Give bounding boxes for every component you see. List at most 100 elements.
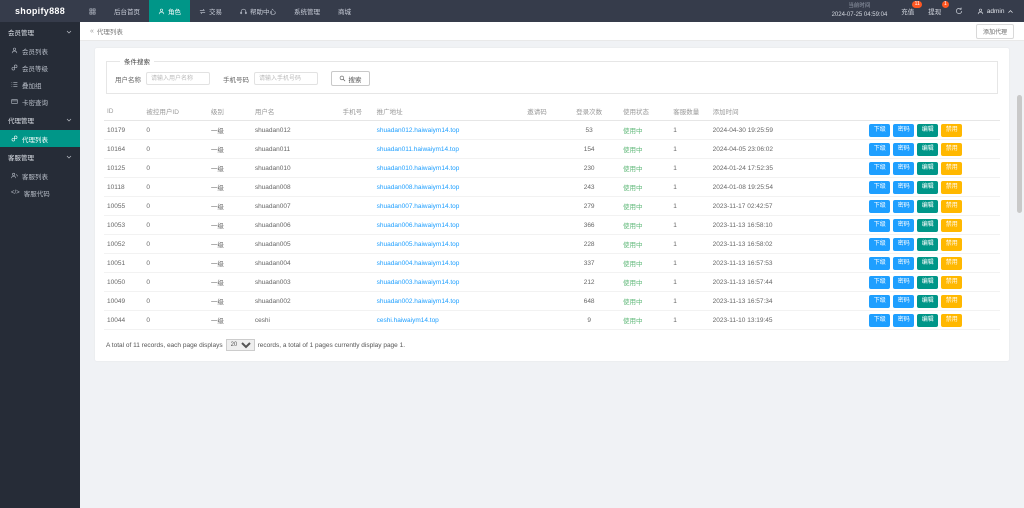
column-header: 使用状态 [620, 102, 670, 121]
edit-button[interactable]: 编辑 [917, 314, 938, 327]
subordinate-button[interactable]: 下级 [869, 143, 890, 156]
sidebar-item-agent-list[interactable]: 代理列表 [0, 130, 80, 147]
subordinate-button[interactable]: 下级 [869, 162, 890, 175]
promo-url-link[interactable]: shuadan008.haiwaiym14.top [377, 184, 460, 191]
password-button[interactable]: 密码 [893, 295, 914, 308]
nav-item-trade[interactable]: 交易 [190, 0, 231, 22]
sidebar-item-member-list[interactable]: 会员列表 [0, 42, 80, 59]
promo-url-link[interactable]: shuadan004.haiwaiym14.top [377, 260, 460, 267]
cell-promo-url: shuadan003.haiwaiym14.top [374, 273, 525, 292]
nav-item-mall[interactable]: 商城 [329, 0, 360, 22]
disable-button[interactable]: 禁用 [941, 295, 962, 308]
promo-url-link[interactable]: shuadan005.haiwaiym14.top [377, 241, 460, 248]
promo-url-link[interactable]: ceshi.haiwaiym14.top [377, 317, 439, 324]
subordinate-button[interactable]: 下级 [869, 124, 890, 137]
cell-status: 使用中 [620, 159, 670, 178]
sidebar-item-service-list[interactable]: 客服列表 [0, 167, 80, 184]
password-button[interactable]: 密码 [893, 143, 914, 156]
page-size-select[interactable]: 20 [226, 339, 255, 351]
sidebar-item-member-level[interactable]: 会员等级 [0, 59, 80, 76]
username: admin [987, 8, 1005, 15]
cell-service-count: 1 [670, 235, 709, 254]
subordinate-button[interactable]: 下级 [869, 295, 890, 308]
disable-button[interactable]: 禁用 [941, 219, 962, 232]
disable-button[interactable]: 禁用 [941, 162, 962, 175]
subordinate-button[interactable]: 下级 [869, 238, 890, 251]
promo-url-link[interactable]: shuadan003.haiwaiym14.top [377, 279, 460, 286]
double-angle-icon: « [90, 28, 94, 35]
edit-button[interactable]: 编辑 [917, 276, 938, 289]
disable-button[interactable]: 禁用 [941, 200, 962, 213]
subordinate-button[interactable]: 下级 [869, 257, 890, 270]
disable-button[interactable]: 禁用 [941, 181, 962, 194]
password-button[interactable]: 密码 [893, 162, 914, 175]
promo-url-link[interactable]: shuadan006.haiwaiym14.top [377, 222, 460, 229]
search-button[interactable]: 搜索 [331, 71, 370, 86]
recharge-link[interactable]: 充值 11 [901, 6, 914, 16]
cell-invite-code [524, 254, 558, 273]
password-button[interactable]: 密码 [893, 314, 914, 327]
password-button[interactable]: 密码 [893, 276, 914, 289]
edit-button[interactable]: 编辑 [917, 143, 938, 156]
subordinate-button[interactable]: 下级 [869, 276, 890, 289]
promo-url-link[interactable]: shuadan011.haiwaiym14.top [377, 146, 459, 153]
edit-button[interactable]: 编辑 [917, 238, 938, 251]
main-content: « 代理列表 添加代理 条件搜索 用户名称 手机号码 搜索 [80, 22, 1024, 508]
password-button[interactable]: 密码 [893, 238, 914, 251]
disable-button[interactable]: 禁用 [941, 314, 962, 327]
promo-url-link[interactable]: shuadan010.haiwaiym14.top [377, 165, 460, 172]
nav-menu-toggle[interactable] [80, 0, 105, 22]
subordinate-button[interactable]: 下级 [869, 219, 890, 232]
nav-item-help-center[interactable]: 帮助中心 [231, 0, 285, 22]
refresh-button[interactable] [955, 7, 963, 15]
password-button[interactable]: 密码 [893, 124, 914, 137]
edit-button[interactable]: 编辑 [917, 257, 938, 270]
add-agent-button[interactable]: 添加代理 [976, 24, 1014, 39]
sidebar-item-label: 客服列表 [22, 171, 48, 181]
promo-url-link[interactable]: shuadan007.haiwaiym14.top [377, 203, 460, 210]
scrollbar-thumb[interactable] [1017, 95, 1022, 213]
promo-url-link[interactable]: shuadan002.haiwaiym14.top [377, 298, 460, 305]
sidebar-item-service-code[interactable]: </> 客服代码 [0, 184, 80, 201]
nav-item-roles[interactable]: 角色 [149, 0, 190, 22]
subordinate-button[interactable]: 下级 [869, 200, 890, 213]
user-menu[interactable]: admin [977, 8, 1014, 15]
edit-button[interactable]: 编辑 [917, 295, 938, 308]
disable-button[interactable]: 禁用 [941, 257, 962, 270]
sidebar-group-member-mgmt[interactable]: 会员管理 [0, 22, 80, 42]
cell-created-time: 2023-11-10 13:19:45 [710, 311, 832, 330]
password-button[interactable]: 密码 [893, 200, 914, 213]
withdraw-link[interactable]: 提现 1 [928, 6, 941, 16]
username-input[interactable] [146, 72, 210, 85]
refresh-icon [955, 7, 963, 15]
subordinate-button[interactable]: 下级 [869, 314, 890, 327]
table-row: 101790一级shuadan012shuadan012.haiwaiym14.… [104, 121, 1000, 140]
sidebar-group-agent-mgmt[interactable]: 代理管理 [0, 110, 80, 130]
password-button[interactable]: 密码 [893, 257, 914, 270]
subordinate-button[interactable]: 下级 [869, 181, 890, 194]
status-text: 使用中 [623, 318, 643, 325]
disable-button[interactable]: 禁用 [941, 143, 962, 156]
edit-button[interactable]: 编辑 [917, 200, 938, 213]
disable-button[interactable]: 禁用 [941, 124, 962, 137]
cell-id: 10118 [104, 178, 143, 197]
disable-button[interactable]: 禁用 [941, 276, 962, 289]
edit-button[interactable]: 编辑 [917, 219, 938, 232]
sidebar-item-stack-group[interactable]: 叠加组 [0, 76, 80, 93]
sidebar-group-service-mgmt[interactable]: 客服管理 [0, 147, 80, 167]
nav-item-dashboard[interactable]: 后台首页 [105, 0, 149, 22]
edit-button[interactable]: 编辑 [917, 181, 938, 194]
password-button[interactable]: 密码 [893, 219, 914, 232]
edit-button[interactable]: 编辑 [917, 124, 938, 137]
link-icon [11, 64, 18, 71]
sidebar-item-card-key-query[interactable]: 卡密查询 [0, 93, 80, 110]
status-text: 使用中 [623, 204, 643, 211]
phone-input[interactable] [254, 72, 318, 85]
cell-status: 使用中 [620, 178, 670, 197]
disable-button[interactable]: 禁用 [941, 238, 962, 251]
nav-item-system[interactable]: 系统管理 [285, 0, 329, 22]
edit-button[interactable]: 编辑 [917, 162, 938, 175]
page-title: 代理列表 [97, 26, 123, 36]
promo-url-link[interactable]: shuadan012.haiwaiym14.top [377, 127, 460, 134]
password-button[interactable]: 密码 [893, 181, 914, 194]
